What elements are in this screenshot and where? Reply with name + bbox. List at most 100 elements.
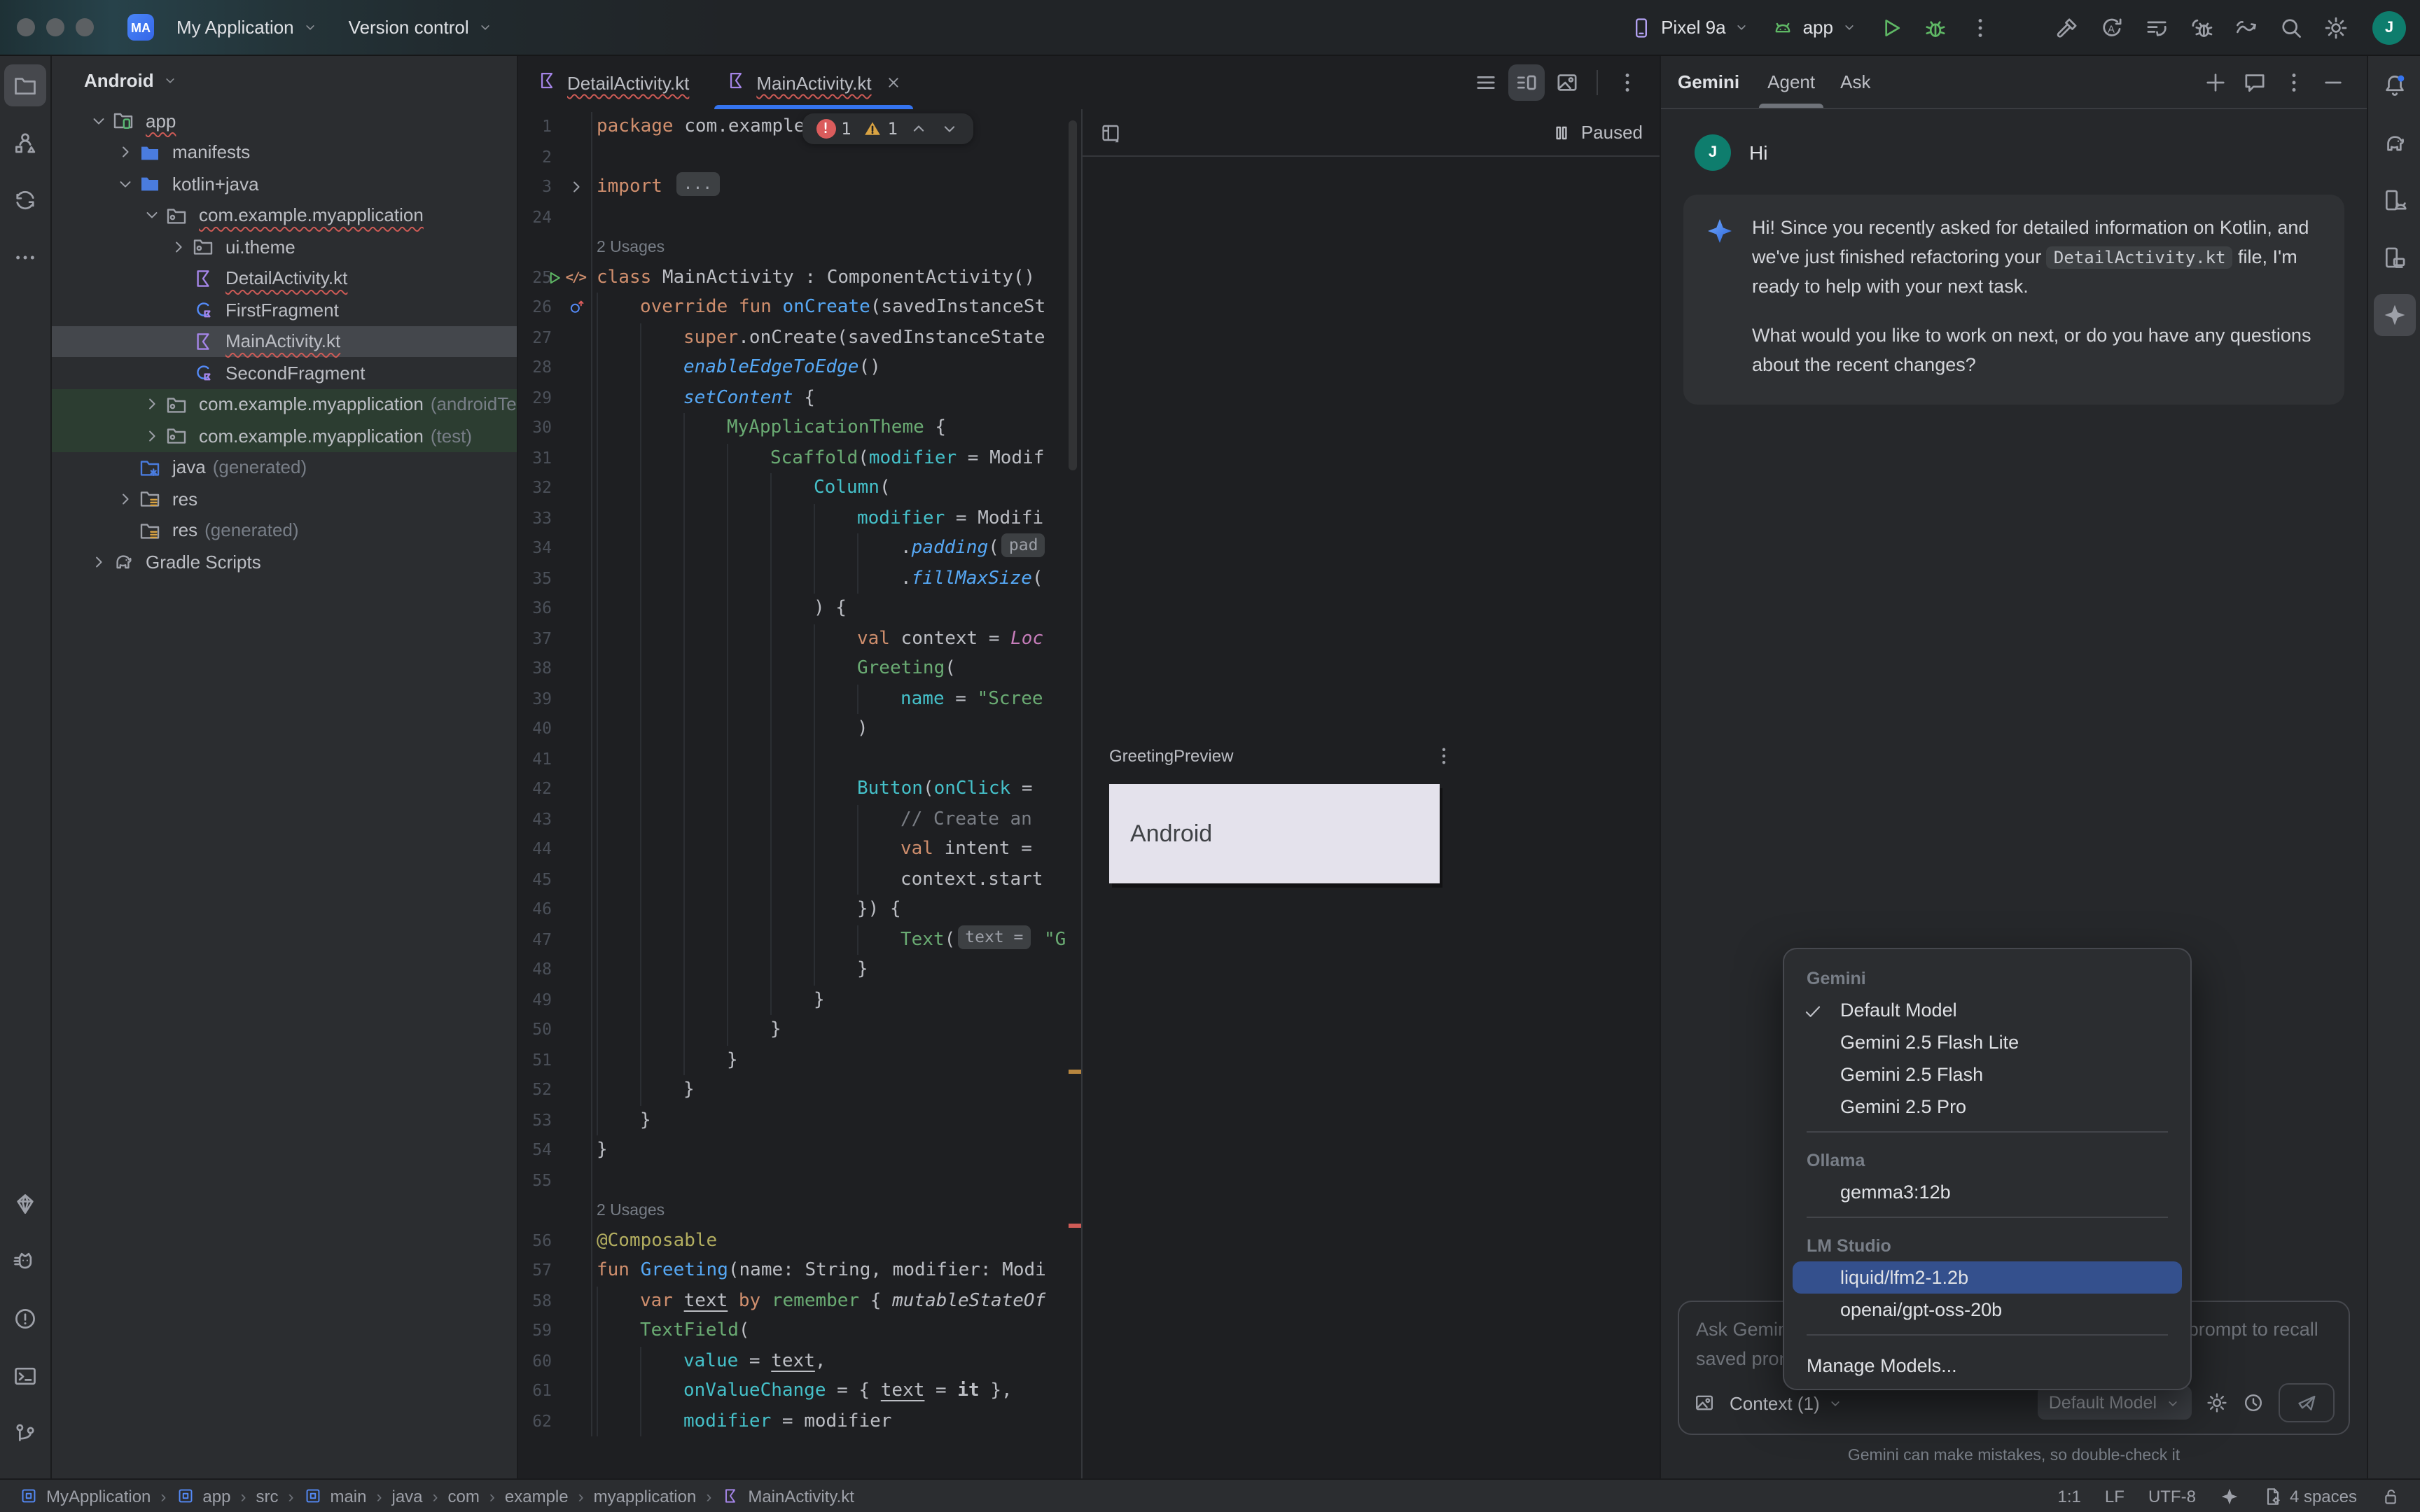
hammer-icon[interactable]: [2047, 8, 2087, 47]
menu-item-manage-models[interactable]: Manage Models...: [1784, 1344, 2190, 1379]
run-config-selector[interactable]: app: [1764, 10, 1865, 44]
search-icon[interactable]: [2272, 8, 2311, 47]
tree-item-secondfragment[interactable]: SecondFragment: [52, 357, 517, 388]
override-marker-icon[interactable]: [567, 299, 585, 317]
breadcrumb-src[interactable]: src: [256, 1486, 278, 1506]
gemini-tool-window[interactable]: [2373, 294, 2415, 336]
more-run-actions-button[interactable]: [1961, 8, 2000, 47]
tree-item-kotlin-java[interactable]: kotlin+java: [52, 168, 517, 200]
gradle-sync-icon[interactable]: A: [2092, 8, 2132, 47]
more-tool-windows[interactable]: [4, 237, 46, 279]
editor-tab-mainactivity-kt[interactable]: MainActivity.kt: [707, 56, 920, 109]
preview-layout-button[interactable]: [1099, 121, 1122, 144]
tree-item-res[interactable]: res: [52, 483, 517, 514]
gradle[interactable]: [2373, 122, 2415, 164]
running-devices[interactable]: [2373, 237, 2415, 279]
project-tool-window[interactable]: [4, 64, 46, 106]
tree-item-detailactivity-kt[interactable]: DetailActivity.kt: [52, 262, 517, 294]
breadcrumb-myapplication[interactable]: MyApplication: [20, 1486, 151, 1506]
gemini-options-button[interactable]: [2277, 65, 2311, 99]
user-avatar[interactable]: J: [2372, 10, 2406, 44]
tree-item-com-example-myapplication[interactable]: com.example.myapplication(test): [52, 420, 517, 451]
settings-icon[interactable]: [2316, 8, 2356, 47]
design-view-button[interactable]: [1549, 64, 1585, 101]
caret-position[interactable]: 1:1: [2058, 1486, 2081, 1506]
breadcrumb-app[interactable]: app: [176, 1486, 230, 1506]
menu-item-default-model[interactable]: Default Model: [1784, 994, 2190, 1026]
breadcrumb-main[interactable]: main: [303, 1486, 366, 1506]
fold-chevron-icon[interactable]: [567, 178, 585, 197]
menu-item-gemini-2-5-flash[interactable]: Gemini 2.5 Flash: [1784, 1058, 2190, 1091]
usages-hint[interactable]: 2 Usages: [597, 1203, 665, 1219]
menu-item-gemini-2-5-pro[interactable]: Gemini 2.5 Pro: [1784, 1091, 2190, 1123]
history-button[interactable]: [2242, 1392, 2265, 1414]
menu-item-openai-gpt-oss-20b[interactable]: openai/gpt-oss-20b: [1784, 1294, 2190, 1326]
window-controls[interactable]: [14, 18, 94, 36]
preview-canvas[interactable]: Android: [1109, 784, 1440, 883]
tree-item-com-example-myapplication[interactable]: com.example.myapplication(androidTest): [52, 388, 517, 420]
editor-tab-detailactivity-kt[interactable]: DetailActivity.kt: [518, 56, 707, 109]
chat-list-button[interactable]: [2238, 65, 2272, 99]
vcs-selector[interactable]: Version control: [340, 11, 501, 43]
breadcrumb-example[interactable]: example: [505, 1486, 569, 1506]
version-control[interactable]: [4, 1413, 46, 1455]
file-encoding[interactable]: UTF-8: [2148, 1486, 2196, 1506]
editor-options-button[interactable]: [1609, 64, 1646, 101]
attach-image-icon[interactable]: [1693, 1392, 1716, 1414]
gemini-tab-ask[interactable]: Ask: [1840, 56, 1870, 108]
analyze-icon[interactable]: [2227, 8, 2266, 47]
profiler-icon[interactable]: [2137, 8, 2176, 47]
breadcrumb-java[interactable]: java: [392, 1486, 423, 1506]
tree-item-java[interactable]: java(generated): [52, 451, 517, 483]
gemini-settings-button[interactable]: [2206, 1392, 2228, 1414]
menu-item-gemini-2-5-flash-lite[interactable]: Gemini 2.5 Flash Lite: [1784, 1026, 2190, 1058]
inspections-widget[interactable]: ! 1 1: [802, 113, 973, 144]
project-view-selector[interactable]: Android: [84, 70, 178, 91]
code-editor[interactable]: 1package com.example.myappli23import ...…: [518, 109, 1081, 1478]
hide-panel-button[interactable]: [2316, 65, 2350, 99]
next-issue-button[interactable]: [940, 119, 959, 139]
terminal[interactable]: [4, 1355, 46, 1397]
problems[interactable]: [4, 1298, 46, 1340]
indent-style[interactable]: 4 spaces: [2263, 1486, 2357, 1506]
preview-menu-button[interactable]: [1433, 745, 1455, 767]
line-separator[interactable]: LF: [2105, 1486, 2125, 1506]
tree-item-res[interactable]: res(generated): [52, 514, 517, 546]
gemini-status-icon[interactable]: [2220, 1486, 2239, 1506]
send-button[interactable]: [2279, 1383, 2335, 1422]
logcat[interactable]: [4, 1240, 46, 1282]
project-selector[interactable]: My Application: [168, 11, 326, 43]
breadcrumb-mainactivity-kt[interactable]: MainActivity.kt: [721, 1486, 854, 1506]
breadcrumb-com[interactable]: com: [448, 1486, 480, 1506]
tree-item-firstfragment[interactable]: FirstFragment: [52, 294, 517, 326]
attach-debugger-icon[interactable]: [2182, 8, 2221, 47]
write-access-icon[interactable]: [2381, 1486, 2400, 1506]
tree-item-app[interactable]: app: [52, 105, 517, 136]
tree-item-mainactivity-kt[interactable]: MainActivity.kt: [52, 326, 517, 357]
split-view-button[interactable]: [1508, 64, 1545, 101]
model-selector-button[interactable]: Default Model: [2038, 1386, 2192, 1420]
device-manager[interactable]: [2373, 179, 2415, 221]
menu-item-liquid-lfm2-1-2b[interactable]: liquid/lfm2-1.2b: [1793, 1261, 2182, 1294]
close-tab-button[interactable]: [886, 74, 903, 91]
usages-hint[interactable]: 2 Usages: [597, 239, 665, 256]
code-view-button[interactable]: [1468, 64, 1504, 101]
gemini-tab-agent[interactable]: Agent: [1767, 56, 1815, 108]
menu-item-gemma3-12b[interactable]: gemma3:12b: [1784, 1176, 2190, 1208]
context-selector[interactable]: Context (1): [1730, 1392, 1844, 1413]
previous-issue-button[interactable]: [909, 119, 929, 139]
app-quality-insights[interactable]: [4, 1183, 46, 1225]
resource-manager[interactable]: [4, 122, 46, 164]
tree-item-gradle-scripts[interactable]: Gradle Scripts: [52, 546, 517, 578]
tree-item-com-example-myapplication[interactable]: com.example.myapplication: [52, 200, 517, 231]
preview-status[interactable]: Paused: [1550, 121, 1643, 144]
notifications[interactable]: [2373, 64, 2415, 106]
debug-button[interactable]: [1916, 8, 1955, 47]
tree-item-manifests[interactable]: manifests: [52, 136, 517, 168]
run-button[interactable]: [1871, 8, 1910, 47]
tree-item-ui-theme[interactable]: ui.theme: [52, 231, 517, 262]
editor-scrollbar[interactable]: [1069, 120, 1077, 470]
device-selector[interactable]: Pixel 9a: [1622, 10, 1758, 44]
breadcrumb-myapplication[interactable]: myapplication: [594, 1486, 697, 1506]
sync[interactable]: [4, 179, 46, 221]
